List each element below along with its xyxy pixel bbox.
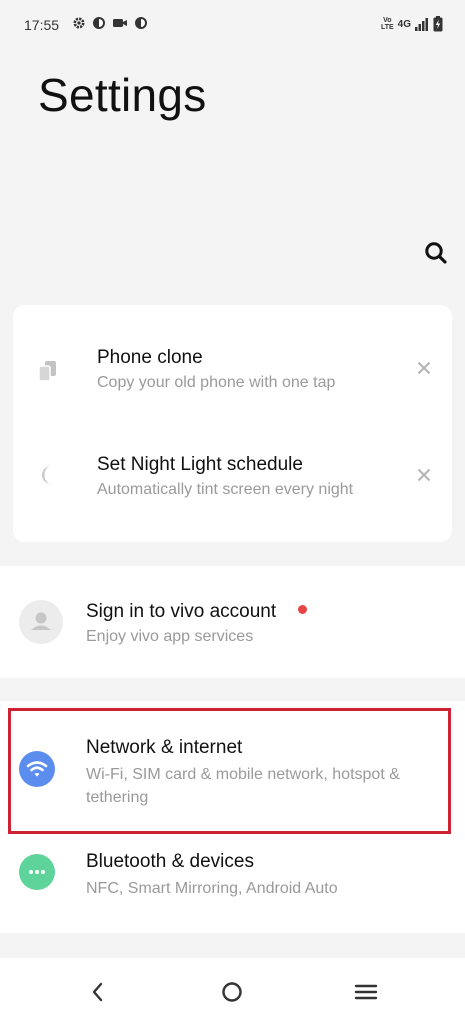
back-icon — [92, 982, 103, 1002]
video-camera-icon — [113, 19, 127, 27]
more-dots-icon — [29, 870, 45, 874]
home-button[interactable] — [218, 978, 246, 1006]
volte-indicator: Vo LTE — [380, 17, 394, 31]
setting-subtitle: NFC, Smart Mirroring, Android Auto — [86, 880, 338, 897]
suggestion-title: Set Night Light schedule — [97, 454, 303, 475]
setting-subtitle: Wi-Fi, SIM card & mobile network, hotspo… — [86, 766, 400, 806]
dismiss-button[interactable] — [413, 464, 435, 486]
settings-list: Network & internet Wi-Fi, SIM card & mob… — [0, 701, 465, 933]
wifi-icon — [26, 761, 48, 777]
suggestion-title: Phone clone — [97, 347, 203, 368]
system-status-icons: Vo LTE 4G — [381, 16, 443, 32]
setting-title: Bluetooth & devices — [86, 851, 254, 872]
suggestion-phone-clone[interactable]: Phone clone Copy your old phone with one… — [13, 317, 452, 417]
search-icon — [425, 242, 447, 264]
search-button[interactable] — [423, 240, 449, 266]
avatar — [19, 600, 63, 644]
suggestion-night-light[interactable]: Set Night Light schedule Automatically t… — [13, 425, 452, 525]
account-subtitle: Enjoy vivo app services — [86, 628, 254, 645]
status-bar: 17:55 Vo LTE 4G — [0, 0, 465, 50]
network-icon-badge — [19, 751, 55, 787]
network-type-label: 4G — [397, 18, 411, 30]
notification-icons — [72, 16, 148, 30]
suggestions-card: Phone clone Copy your old phone with one… — [13, 305, 452, 542]
menu-icon — [354, 984, 378, 1000]
devices-icon-badge — [19, 854, 55, 890]
back-button[interactable] — [84, 978, 112, 1006]
moon-icon — [41, 466, 51, 484]
signal-icon — [415, 17, 428, 31]
close-icon — [417, 361, 431, 375]
page-title: Settings — [38, 69, 207, 121]
account-row[interactable]: Sign in to vivo account Enjoy vivo app s… — [0, 566, 465, 678]
home-icon — [222, 982, 242, 1002]
battery-charging-icon — [433, 16, 443, 32]
phone-clone-icon — [38, 361, 56, 382]
person-icon — [31, 612, 51, 630]
dismiss-button[interactable] — [413, 357, 435, 379]
suggestion-subtitle: Copy your old phone with one tap — [97, 374, 336, 391]
navigation-bar — [0, 958, 465, 1024]
notification-dot — [298, 605, 307, 614]
setting-network-internet[interactable]: Network & internet Wi-Fi, SIM card & mob… — [0, 701, 465, 831]
setting-title: Network & internet — [86, 737, 243, 758]
status-time: 17:55 — [24, 17, 60, 33]
suggestion-subtitle: Automatically tint screen every night — [97, 481, 354, 498]
data-saver-icon-2 — [135, 17, 147, 29]
close-icon — [417, 468, 431, 482]
recents-button[interactable] — [352, 978, 380, 1006]
setting-bluetooth-devices[interactable]: Bluetooth & devices NFC, Smart Mirroring… — [0, 831, 465, 933]
data-saver-icon — [93, 17, 105, 29]
gear-icon — [73, 17, 85, 29]
account-title: Sign in to vivo account — [86, 601, 277, 622]
